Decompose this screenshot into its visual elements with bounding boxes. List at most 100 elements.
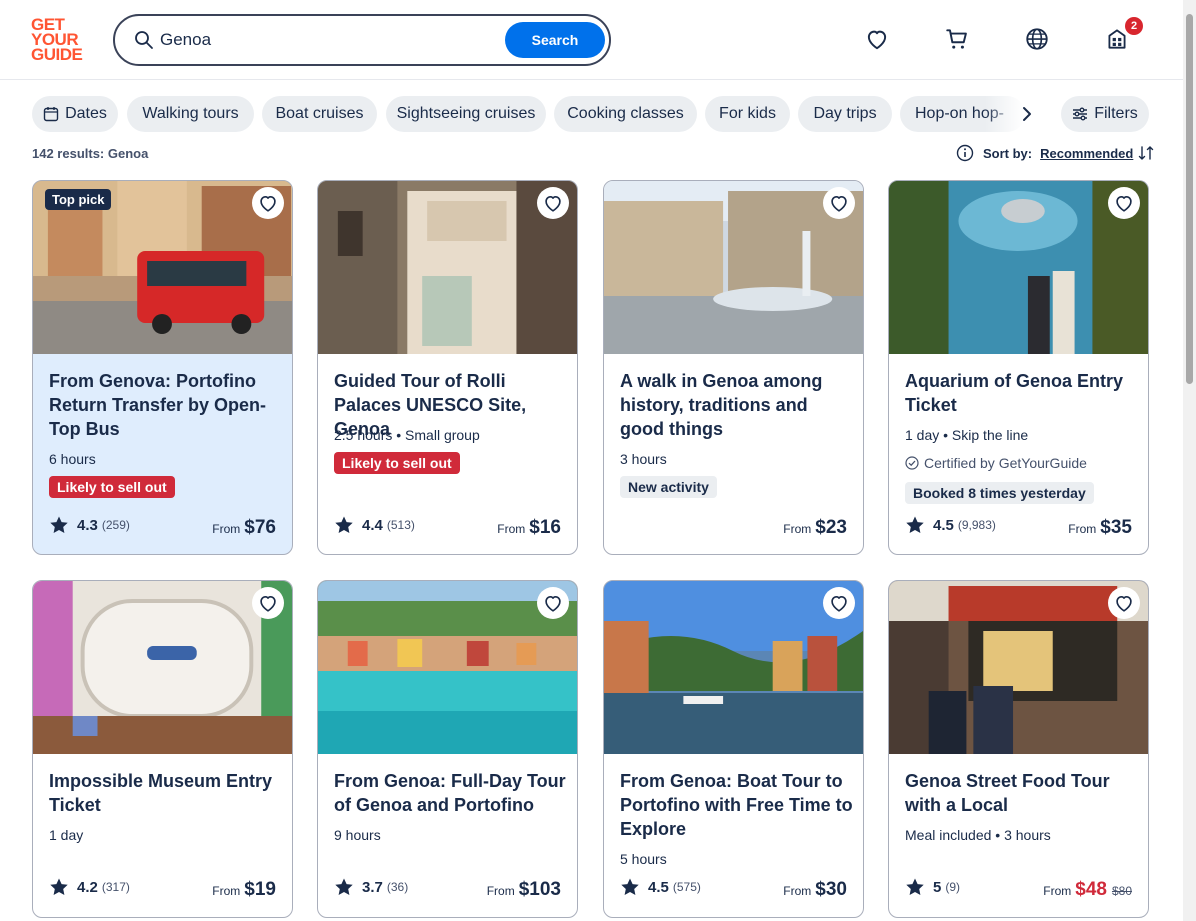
rating: 4.5 (575) (620, 877, 701, 897)
logo-line-3: GUIDE (31, 45, 83, 64)
chip-walking-tours[interactable]: Walking tours (127, 96, 254, 132)
chip-for-kids[interactable]: For kids (705, 96, 790, 132)
activity-title[interactable]: From Genoa: Boat Tour to Portofino with … (620, 769, 855, 841)
price-amount: $23 (815, 517, 847, 538)
rating-score: 3.7 (362, 878, 383, 896)
price-from-label: From (486, 884, 515, 898)
activity-card[interactable]: Top pick From Genova: Portofino Return T… (32, 180, 293, 555)
chip-boat-cruises[interactable]: Boat cruises (262, 96, 377, 132)
wishlist-button[interactable] (1108, 187, 1140, 219)
price-amount: $19 (244, 879, 276, 900)
activity-title[interactable]: From Genoa: Full-Day Tour of Genoa and P… (334, 769, 569, 817)
search-icon (135, 31, 153, 49)
activity-title[interactable]: From Genova: Portofino Return Transfer b… (49, 369, 284, 441)
chip-label: Boat cruises (275, 105, 364, 122)
wishlist-button[interactable] (823, 587, 855, 619)
new-activity-badge: New activity (620, 476, 717, 498)
chip-sightseeing-cruises[interactable]: Sightseeing cruises (386, 96, 546, 132)
original-price: $80 (1111, 884, 1132, 898)
search-button[interactable]: Search (505, 22, 605, 58)
activity-meta: Meal included • 3 hours (905, 827, 1051, 843)
logo[interactable]: GET YOUR GUIDE (31, 16, 91, 64)
wishlist-button[interactable] (1108, 587, 1140, 619)
rating: 4.2 (317) (49, 877, 130, 897)
activity-card[interactable]: Guided Tour of Rolli Palaces UNESCO Site… (317, 180, 578, 555)
certified-check-icon (905, 456, 919, 470)
rating-score: 4.5 (648, 878, 669, 896)
heart-icon (545, 195, 561, 212)
activity-meta: 3 hours (620, 451, 667, 467)
wishlist-heart-icon[interactable] (864, 26, 890, 52)
heart-icon (831, 195, 847, 212)
price-from-label: From (212, 884, 241, 898)
activity-title[interactable]: Aquarium of Genoa Entry Ticket (905, 369, 1140, 417)
price-amount: $16 (529, 517, 561, 538)
rating-count: (9,983) (957, 518, 996, 532)
activity-card[interactable]: From Genoa: Boat Tour to Portofino with … (603, 580, 864, 918)
wishlist-button[interactable] (537, 587, 569, 619)
rating: 3.7 (36) (334, 877, 408, 897)
search-bar[interactable]: Genoa Search (113, 14, 611, 66)
chip-cooking-classes[interactable]: Cooking classes (554, 96, 697, 132)
activity-card[interactable]: Impossible Museum Entry Ticket 1 day 4.2… (32, 580, 293, 918)
activity-card[interactable]: A walk in Genoa among history, tradition… (603, 180, 864, 555)
star-icon (906, 878, 924, 895)
wishlist-button[interactable] (252, 187, 284, 219)
price: From $23 (783, 517, 847, 539)
price-from-label: From (212, 522, 241, 536)
activity-meta: 1 day • Skip the line (905, 427, 1029, 443)
star-icon (621, 878, 639, 895)
rating: 4.5 (9,983) (905, 515, 996, 535)
activity-title[interactable]: Genoa Street Food Tour with a Local (905, 769, 1140, 817)
activity-title[interactable]: A walk in Genoa among history, tradition… (620, 369, 855, 441)
rating-score: 4.3 (77, 516, 98, 534)
search-input[interactable]: Genoa (160, 30, 211, 50)
rating-score: 4.2 (77, 878, 98, 896)
activity-title[interactable]: Impossible Museum Entry Ticket (49, 769, 284, 817)
rating-count: (575) (672, 880, 701, 894)
chip-dates[interactable]: Dates (32, 96, 118, 132)
wishlist-button[interactable] (823, 187, 855, 219)
activity-meta: 1 day (49, 827, 84, 843)
cart-icon[interactable] (944, 26, 970, 52)
activity-meta: 9 hours (334, 827, 381, 843)
likely-to-sell-out-badge: Likely to sell out (334, 452, 460, 474)
rating-score: 5 (933, 878, 942, 896)
chip-day-trips[interactable]: Day trips (798, 96, 892, 132)
heart-icon (1116, 595, 1132, 612)
activity-card[interactable]: From Genoa: Full-Day Tour of Genoa and P… (317, 580, 578, 918)
rating: 4.4 (513) (334, 515, 415, 535)
top-header: GET YOUR GUIDE Genoa Search 2 (0, 0, 1183, 80)
scrollbar-thumb[interactable] (1186, 14, 1193, 384)
sort-value[interactable]: Recommended (1040, 146, 1133, 161)
price-amount-discounted: $48 (1075, 879, 1107, 900)
globe-icon[interactable] (1024, 26, 1050, 52)
rating-count: (513) (386, 518, 415, 532)
star-icon (50, 516, 68, 533)
results-count: 142 results: Genoa (32, 146, 149, 161)
heart-icon (260, 195, 276, 212)
rating-count: (259) (101, 518, 130, 532)
sort-control[interactable]: Sort by: Recommended (956, 144, 1154, 162)
activity-card[interactable]: Genoa Street Food Tour with a Local Meal… (888, 580, 1149, 918)
chevron-right-icon[interactable] (1017, 104, 1037, 124)
wishlist-button[interactable] (252, 587, 284, 619)
rating-score: 4.4 (362, 516, 383, 534)
sliders-icon (1073, 107, 1088, 121)
info-icon[interactable] (956, 144, 974, 162)
page-scrollbar[interactable] (1183, 0, 1196, 921)
booked-badge: Booked 8 times yesterday (905, 482, 1094, 504)
rating-count: (9) (945, 880, 961, 894)
chip-label: Sightseeing cruises (396, 105, 536, 122)
filters-button[interactable]: Filters (1061, 96, 1149, 132)
rating: 5 (9) (905, 877, 960, 897)
activity-meta: 6 hours (49, 451, 96, 467)
wishlist-button[interactable] (537, 187, 569, 219)
top-pick-badge: Top pick (45, 189, 112, 210)
activity-meta: 5 hours (620, 851, 667, 867)
star-icon (50, 878, 68, 895)
price-from-label: From (497, 522, 526, 536)
certified-text: Certified by GetYourGuide (924, 455, 1087, 471)
activity-card[interactable]: Aquarium of Genoa Entry Ticket 1 day • S… (888, 180, 1149, 555)
price-from-label: From (1068, 522, 1097, 536)
